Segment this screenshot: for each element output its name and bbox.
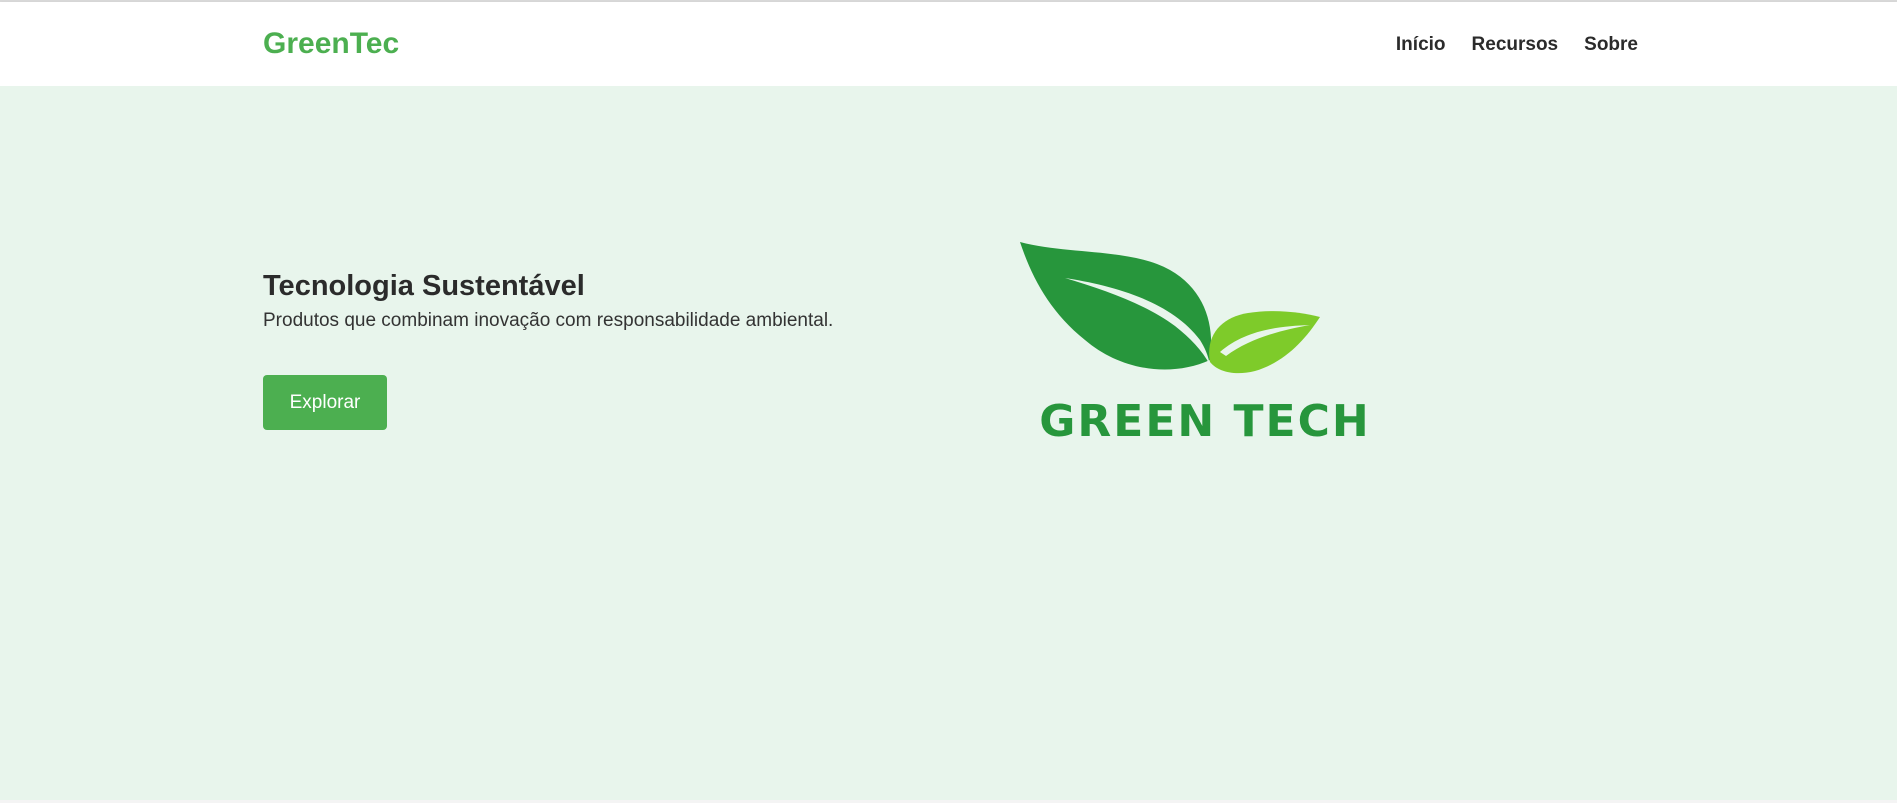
explore-button[interactable]: Explorar xyxy=(263,375,387,430)
nav-link-recursos[interactable]: Recursos xyxy=(1472,33,1559,57)
nav-link-sobre[interactable]: Sobre xyxy=(1584,33,1638,57)
brand-logo-text[interactable]: GreenTec xyxy=(263,26,399,62)
nav-link-inicio[interactable]: Início xyxy=(1396,33,1446,57)
main-nav: Início Recursos Sobre xyxy=(1396,33,1638,57)
hero-section xyxy=(0,86,1897,800)
logo-wordmark: GREEN TECH xyxy=(1039,396,1370,447)
hero-subtitle: Produtos que combinam inovação com respo… xyxy=(263,310,834,331)
site-header: GreenTec Início Recursos Sobre xyxy=(0,2,1897,86)
hero-title: Tecnologia Sustentável xyxy=(263,270,585,302)
green-tech-logo: GREEN TECH xyxy=(1020,242,1370,447)
leaf-icon xyxy=(1020,242,1320,374)
